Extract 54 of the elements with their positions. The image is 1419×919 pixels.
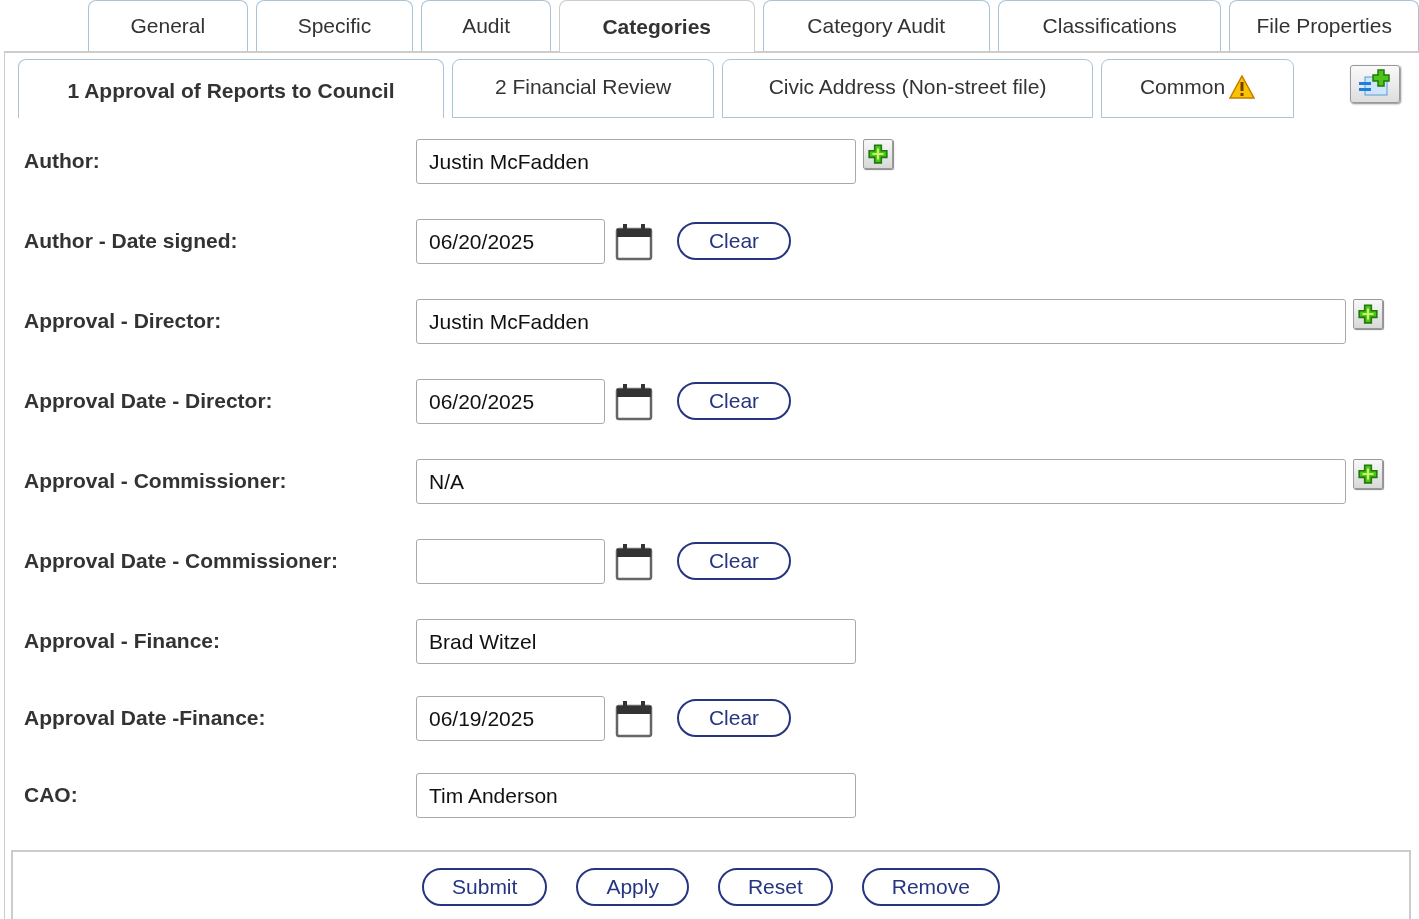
field-label: Author:: [24, 148, 101, 173]
field-label: Approval - Commissioner:: [24, 468, 288, 493]
sub-tab-label: 2 Financial Review: [494, 74, 672, 99]
add-panel-icon: [1357, 69, 1393, 99]
sub-tab[interactable]: Common: [1101, 59, 1294, 118]
field-label: Author - Date signed:: [24, 228, 239, 253]
clear-button[interactable]: Clear: [677, 382, 791, 420]
action-button[interactable]: Remove: [861, 868, 1000, 906]
date-field[interactable]: 06/19/2025: [416, 696, 605, 741]
warning-icon: [1229, 74, 1256, 99]
action-button[interactable]: Apply: [576, 868, 689, 906]
sub-tab[interactable]: 1 Approval of Reports to Council: [18, 59, 444, 118]
date-field[interactable]: 06/20/2025: [416, 379, 605, 424]
add-panel-button[interactable]: [1350, 65, 1400, 103]
sub-tab[interactable]: Civic Address (Non-street file): [722, 59, 1093, 118]
tab[interactable]: General: [88, 0, 248, 51]
field-label: Approval - Finance:: [24, 628, 222, 653]
text-field[interactable]: Brad Witzel: [416, 619, 856, 664]
sub-tab-label: 1 Approval of Reports to Council: [67, 79, 395, 103]
tab[interactable]: Audit: [421, 0, 551, 51]
tab[interactable]: Categories: [558, 0, 755, 52]
add-button[interactable]: [1353, 459, 1383, 489]
add-icon: [1357, 303, 1379, 325]
field-label: Approval - Director:: [24, 308, 223, 333]
tab[interactable]: File Properties: [1229, 0, 1419, 51]
sub-tab-label: Civic Address (Non-street file): [768, 74, 1047, 99]
calendar-icon: [615, 222, 653, 261]
text-field[interactable]: Tim Anderson: [416, 773, 856, 818]
field-label: Approval Date -Finance:: [24, 705, 267, 730]
add-button[interactable]: [863, 139, 893, 169]
date-field[interactable]: 06/20/2025: [416, 219, 605, 264]
calendar-icon: [615, 382, 653, 421]
tab[interactable]: Classifications: [997, 0, 1222, 51]
clear-button[interactable]: Clear: [677, 699, 791, 737]
clear-button[interactable]: Clear: [677, 222, 791, 260]
field-label: Approval Date - Director:: [24, 388, 274, 413]
action-button[interactable]: Reset: [717, 868, 833, 906]
field-label: Approval Date - Commissioner:: [24, 548, 339, 573]
calendar-icon: [615, 542, 653, 581]
add-button[interactable]: [1353, 299, 1383, 329]
tab[interactable]: Category Audit: [762, 0, 990, 51]
text-field[interactable]: Justin McFadden: [416, 139, 856, 184]
field-label: CAO:: [24, 782, 79, 807]
action-button[interactable]: Submit: [422, 868, 548, 906]
add-icon: [1357, 463, 1379, 485]
text-field[interactable]: N/A: [416, 459, 1346, 504]
clear-button[interactable]: Clear: [677, 542, 791, 580]
add-icon: [867, 143, 889, 165]
sub-tab-label: Common: [1139, 74, 1226, 99]
tab[interactable]: Specific: [255, 0, 414, 51]
date-field[interactable]: [416, 539, 605, 584]
text-field[interactable]: Justin McFadden: [416, 299, 1346, 344]
calendar-icon: [615, 699, 653, 738]
sub-tab[interactable]: 2 Financial Review: [452, 59, 714, 118]
